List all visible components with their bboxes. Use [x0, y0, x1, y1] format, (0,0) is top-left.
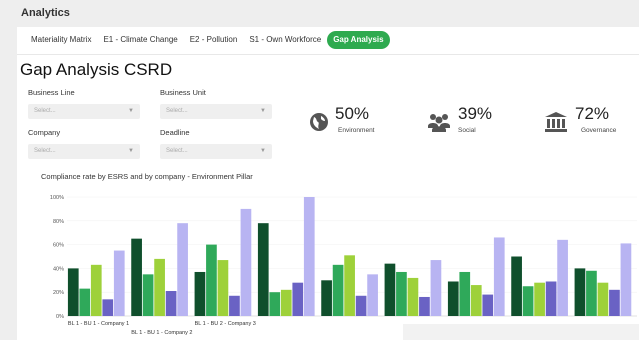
app-title: Analytics [21, 7, 70, 19]
dashboard-card: Materiality Matrix E1 - Climate Change E… [17, 27, 639, 340]
chart-bar [229, 295, 240, 316]
compliance-bar-chart: 0% 20% 40% 60% 80% 100% BL 1 - BU 1 - Company … [50, 195, 637, 336]
chart-bar [165, 291, 177, 316]
chart-bar [67, 268, 79, 316]
kpi-governance-value: 72% [575, 104, 610, 123]
chevron-down-icon: ▼ [260, 148, 266, 154]
chart-bar [79, 288, 91, 316]
tab-pollution[interactable]: E2 - Pollution [184, 31, 244, 49]
chart-bar [470, 285, 482, 316]
business-unit-select[interactable]: Select... ▼ [160, 104, 272, 119]
chart-bar [194, 271, 206, 316]
deadline-label: Deadline [160, 128, 190, 137]
deadline-select[interactable]: Select... ▼ [160, 144, 272, 159]
chart-bar [384, 263, 396, 316]
globe-icon [310, 113, 328, 131]
chart-bar [240, 208, 252, 316]
y-tick-label: 20% [53, 290, 64, 296]
tab-climate-change[interactable]: E1 - Climate Change [97, 31, 183, 49]
business-line-select[interactable]: Select... ▼ [28, 104, 140, 119]
chart-bar [90, 264, 102, 316]
y-tick-label: 100% [50, 195, 64, 201]
business-line-placeholder: Select... [34, 108, 56, 114]
chart-bar [430, 260, 442, 316]
chart-bar [407, 277, 419, 316]
chart-bar [534, 282, 545, 316]
chart-bar [292, 282, 304, 316]
kpi-governance-label: Governance [581, 127, 617, 134]
top-bar: Analytics [0, 0, 639, 28]
page-title: Gap Analysis CSRD [20, 60, 173, 79]
chart-bar [113, 250, 125, 316]
kpi-social-label: Social [458, 127, 476, 134]
chart-bar [586, 270, 597, 316]
tab-materiality-matrix[interactable]: Materiality Matrix [25, 31, 97, 49]
people-icon [428, 114, 450, 132]
chart-bar [574, 268, 586, 316]
chart-bar [142, 274, 154, 316]
overlay-panel [403, 324, 639, 340]
x-tick-label: BL 1 - BU 1 - Company 1 [68, 321, 129, 327]
chart-bar [545, 281, 557, 316]
chevron-down-icon: ▼ [128, 148, 134, 154]
chart-bar [344, 255, 355, 316]
chart-bar [332, 264, 344, 316]
y-tick-label: 0% [56, 314, 64, 320]
chart-bar [597, 282, 609, 316]
chart-bar [459, 271, 471, 316]
chart-bar [482, 294, 494, 316]
y-tick-label: 40% [53, 266, 64, 272]
y-tick-label: 80% [53, 219, 64, 225]
chart-bar [367, 274, 378, 316]
chart-bar [177, 223, 188, 316]
chart-bar [269, 292, 281, 316]
tab-bar: Materiality Matrix E1 - Climate Change E… [25, 31, 390, 51]
chart-bar [154, 258, 165, 316]
kpi-social-value: 39% [458, 104, 493, 123]
chart-bar [131, 238, 142, 316]
chart-bar [102, 299, 114, 316]
chart-bar [280, 289, 292, 316]
chart-bar [355, 295, 367, 316]
business-unit-label: Business Unit [160, 88, 206, 97]
chart-bar [493, 237, 505, 316]
chart-bar [609, 289, 620, 316]
x-tick-label: BL 1 - BU 1 - Company 2 [131, 330, 192, 336]
business-unit-placeholder: Select... [166, 108, 188, 114]
chart-bar [321, 280, 332, 316]
chart-bar [257, 223, 269, 316]
chart-bar [206, 244, 217, 316]
chart-bar [217, 260, 229, 316]
chart-bar [511, 256, 522, 316]
chart-bar [419, 296, 430, 316]
chart-bar [522, 286, 534, 316]
tab-own-workforce[interactable]: S1 - Own Workforce [243, 31, 327, 49]
chart-bar [396, 271, 407, 316]
chart-title: Compliance rate by ESRS and by company -… [41, 172, 253, 181]
chart-bar [557, 239, 568, 316]
company-placeholder: Select... [34, 148, 56, 154]
kpi-environment-value: 50% [335, 104, 370, 123]
chevron-down-icon: ▼ [128, 108, 134, 114]
chevron-down-icon: ▼ [260, 108, 266, 114]
chart-bar [303, 197, 315, 316]
deadline-placeholder: Select... [166, 148, 188, 154]
x-tick-label: BL 1 - BU 2 - Company 3 [195, 321, 256, 327]
institution-icon [545, 112, 567, 132]
business-line-label: Business Line [28, 88, 75, 97]
tab-gap-analysis[interactable]: Gap Analysis [327, 31, 390, 49]
chart-bar [447, 281, 459, 316]
kpi-environment-label: Environment [338, 127, 375, 134]
y-tick-label: 60% [53, 243, 64, 249]
divider [17, 54, 639, 55]
company-label: Company [28, 128, 61, 137]
company-select[interactable]: Select... ▼ [28, 144, 140, 159]
chart-bar [620, 243, 632, 316]
